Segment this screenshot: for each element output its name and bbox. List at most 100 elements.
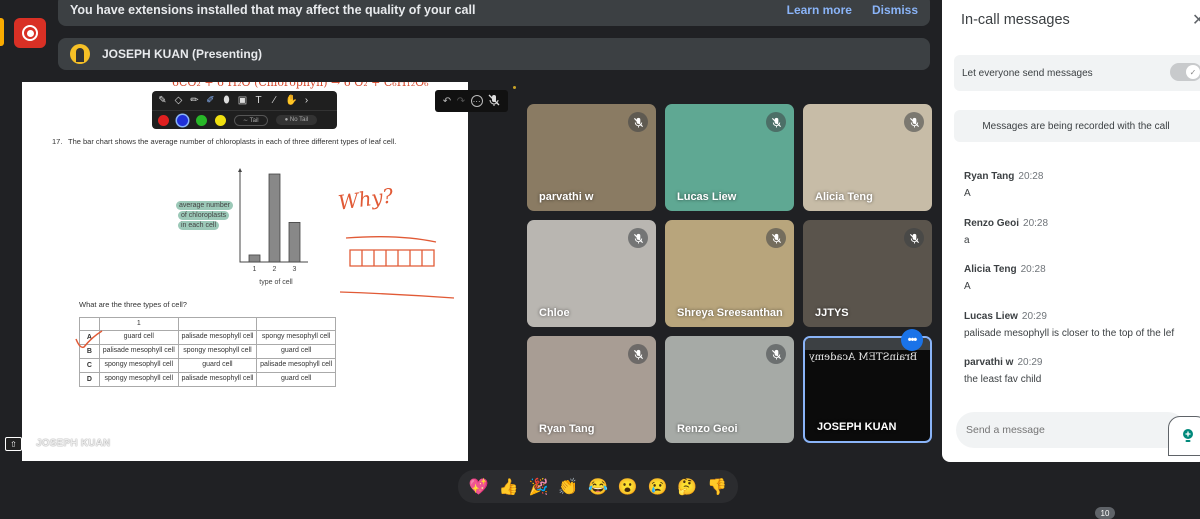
color-swatch[interactable] xyxy=(177,114,188,126)
status-dot xyxy=(513,86,516,89)
participant-tile[interactable]: Ryan Tang xyxy=(527,336,656,443)
text-icon[interactable]: T xyxy=(253,95,264,106)
annotation-cell-sketch xyxy=(339,236,455,299)
participant-name: Ryan Tang xyxy=(539,423,595,435)
sparkling-heart-reaction-icon[interactable]: 💖 xyxy=(469,477,489,497)
recording-notice: Messages are being recorded with the cal… xyxy=(954,110,1200,142)
video-overlay-text: BrainSTEM Academy xyxy=(809,352,918,363)
table-cell: palisade mesophyll cell xyxy=(177,372,258,387)
message-text: a xyxy=(964,234,970,246)
mic-off-icon xyxy=(628,112,648,132)
more-options-button[interactable]: ••• xyxy=(901,329,923,351)
table-cell: spongy mesophyll cell xyxy=(98,358,179,373)
option-label: C xyxy=(79,358,100,373)
question-text: The bar chart shows the average number o… xyxy=(68,137,397,146)
ruler-icon[interactable]: ∕ xyxy=(269,95,280,106)
message-time: 20:28 xyxy=(1023,217,1049,229)
tears-of-joy-reaction-icon[interactable]: 😂 xyxy=(588,477,608,497)
thumbs-down-reaction-icon[interactable]: 👎 xyxy=(707,477,727,497)
message-text: palisade mesophyll is closer to the top … xyxy=(964,327,1175,339)
participant-name: Chloe xyxy=(539,307,570,319)
thumbs-up-reaction-icon[interactable]: 👍 xyxy=(499,477,519,497)
table-cell: guard cell xyxy=(177,358,258,373)
table-cell: guard cell xyxy=(256,344,336,359)
chart-tick-label: 1 xyxy=(253,266,257,273)
present-screen-icon[interactable]: ⇧ xyxy=(5,437,22,451)
message-time: 20:29 xyxy=(1017,357,1043,368)
message-text: A xyxy=(964,281,971,292)
chat-message: parvathi w 20:29 the least fav child xyxy=(964,357,1043,385)
participant-tile[interactable]: JJTYS xyxy=(803,220,932,327)
pen-icon[interactable]: ✎ xyxy=(157,95,168,106)
lightbulb-icon xyxy=(1183,429,1193,442)
eraser-icon[interactable]: ◇ xyxy=(173,95,184,106)
presenter-avatar xyxy=(70,44,90,64)
table-row: Aguard cell palisade mesophyll cell spongy… xyxy=(79,330,336,345)
message-sender: Ryan Tang xyxy=(964,171,1015,182)
highlighter-icon[interactable]: ✏ xyxy=(189,95,200,106)
thinking-reaction-icon[interactable]: 🤔 xyxy=(677,477,697,497)
marker-icon[interactable]: ✐ xyxy=(205,95,216,106)
presentation-controls: ↶ ↷ ⋯ xyxy=(435,90,508,112)
chat-message: Lucas Liew 20:29 palisade mesophyll is clo… xyxy=(964,311,1174,339)
color-swatch[interactable] xyxy=(215,114,226,126)
option-label: D xyxy=(79,372,100,387)
mic-off-icon xyxy=(766,112,786,132)
presenting-label: JOSEPH KUAN (Presenting) xyxy=(102,47,263,61)
participant-tile[interactable]: Alicia Teng xyxy=(803,104,932,211)
crying-reaction-icon[interactable]: 😢 xyxy=(648,477,668,497)
chart-bar xyxy=(288,222,301,263)
table-cell: palisade mesophyll cell xyxy=(177,330,258,345)
message-time: 20:28 xyxy=(1018,171,1044,182)
hand-icon[interactable]: ✋ xyxy=(285,95,297,106)
undo-icon[interactable]: ↶ xyxy=(443,96,451,107)
chat-message: Alicia Teng 20:28 A xyxy=(964,264,1046,292)
mic-off-icon[interactable] xyxy=(488,94,500,109)
side-tab[interactable] xyxy=(0,18,4,46)
mic-off-icon xyxy=(766,344,786,364)
shared-screen: 6CO₂ + 6 H₂O (Chlorophyll) → 6 O₂ + C₆H₁… xyxy=(22,82,468,461)
dismiss-button[interactable]: Dismiss xyxy=(872,3,918,17)
color-swatch[interactable] xyxy=(196,114,207,126)
participant-tile[interactable]: Lucas Liew xyxy=(665,104,794,211)
table-row: Cspongy mesophyll cell guard cell palisade… xyxy=(79,358,336,373)
message-sender: parvathi w xyxy=(964,357,1014,368)
image-icon[interactable]: ▣ xyxy=(237,95,248,106)
recording-button[interactable] xyxy=(14,18,46,48)
message-sender: Lucas Liew xyxy=(964,310,1018,322)
participant-tile[interactable]: Shreya Sreesanthan xyxy=(665,220,794,327)
color-swatch[interactable] xyxy=(158,114,169,126)
participant-name: Shreya Sreesanthan xyxy=(677,307,783,319)
question-number: 17. xyxy=(52,137,63,146)
chart-bar xyxy=(268,173,281,263)
surprised-reaction-icon[interactable]: 😮 xyxy=(618,477,638,497)
participant-tile[interactable]: Renzo Geoi xyxy=(665,336,794,443)
checkmark-annotation xyxy=(75,330,103,349)
table-cell: palisade mesophyll cell xyxy=(256,358,336,373)
message-sender: Renzo Geoi xyxy=(964,217,1020,229)
participant-tile[interactable]: parvathi w xyxy=(527,104,656,211)
annotation-options: ∼ Tail ● No Tail xyxy=(152,110,337,129)
check-icon: ✓ xyxy=(1186,65,1200,79)
table-cell: spongy mesophyll cell xyxy=(256,330,336,345)
participant-name: Lucas Liew xyxy=(677,191,737,203)
tail-toggle[interactable]: ∼ Tail xyxy=(234,114,268,126)
message-input[interactable] xyxy=(956,412,1186,448)
participant-tile[interactable]: BrainSTEM Academy JOSEPH KUAN xyxy=(803,336,932,443)
more-options-icon[interactable]: ⋯ xyxy=(470,95,483,107)
close-icon[interactable]: ✕ xyxy=(1192,10,1200,30)
table-row: Dspongy mesophyll cell palisade mesophyll… xyxy=(79,372,336,387)
table-header-row: 1 xyxy=(79,317,336,331)
presenter-name: JOSEPH KUAN xyxy=(36,438,111,449)
send-messages-toggle[interactable]: ✓ xyxy=(1170,63,1200,81)
learn-more-link[interactable]: Learn more xyxy=(787,3,852,17)
more-icon[interactable]: › xyxy=(301,95,312,106)
redo-icon[interactable]: ↷ xyxy=(457,96,465,107)
party-popper-reaction-icon[interactable]: 🎉 xyxy=(528,477,548,497)
panel-title: In-call messages xyxy=(961,12,1070,28)
lasso-icon[interactable]: ⬮ xyxy=(221,95,232,106)
clapping-hands-reaction-icon[interactable]: 👏 xyxy=(558,477,578,497)
no-tail-toggle[interactable]: ● No Tail xyxy=(275,115,318,125)
keep-notes-button[interactable] xyxy=(1168,416,1200,456)
participant-tile[interactable]: Chloe xyxy=(527,220,656,327)
